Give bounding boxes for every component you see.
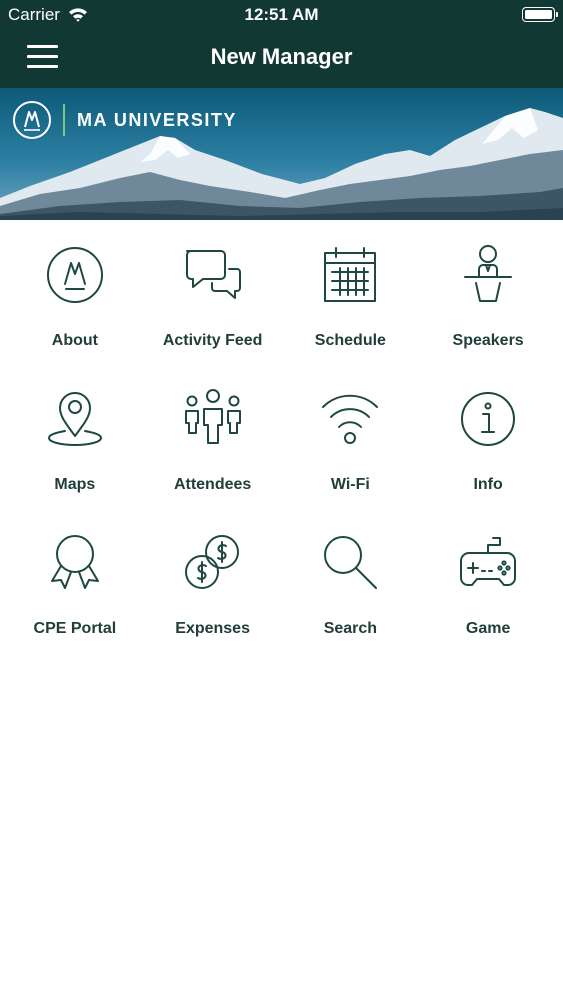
tile-label: Info (473, 476, 503, 493)
people-icon (181, 387, 245, 451)
speaker-podium-icon (456, 243, 520, 307)
map-pin-icon (43, 387, 107, 451)
tile-label: Speakers (452, 332, 524, 349)
award-ribbon-icon (43, 531, 107, 595)
tile-maps[interactable]: Maps (6, 384, 144, 528)
tile-label: Activity Feed (162, 332, 263, 349)
info-icon (456, 387, 520, 451)
brand-divider (63, 104, 65, 136)
tile-label: Search (323, 620, 378, 637)
feature-grid: About Activity Feed Schedule Speakers Ma… (6, 240, 557, 672)
tile-expenses[interactable]: Expenses (144, 528, 282, 672)
tile-label: About (51, 332, 98, 349)
tile-about[interactable]: About (6, 240, 144, 384)
ma-logo-icon (43, 243, 107, 307)
status-time: 12:51 AM (244, 5, 319, 24)
tile-label: Game (465, 620, 511, 637)
game-controller-icon (456, 531, 520, 595)
search-icon (318, 531, 382, 595)
tile-cpe-portal[interactable]: CPE Portal (6, 528, 144, 672)
ma-logo-icon (13, 101, 51, 139)
tile-speakers[interactable]: Speakers (419, 240, 557, 384)
tile-label: Wi-Fi (330, 476, 370, 493)
page-title: New Manager (210, 44, 353, 69)
app-header: Carrier 12:51 AM New Manager (0, 0, 563, 88)
header-banner: MA UNIVERSITY (0, 88, 563, 220)
tile-attendees[interactable]: Attendees (144, 384, 282, 528)
tile-activity-feed[interactable]: Activity Feed (144, 240, 282, 384)
wifi-icon (318, 387, 382, 451)
tile-label: Attendees (173, 476, 252, 493)
tile-search[interactable]: Search (282, 528, 420, 672)
tile-label: Expenses (175, 620, 250, 637)
status-bar: Carrier 12:51 AM (0, 0, 563, 30)
tile-label: CPE Portal (33, 620, 117, 637)
tile-info[interactable]: Info (419, 384, 557, 528)
tile-label: Maps (54, 476, 96, 493)
tile-game[interactable]: Game (419, 528, 557, 672)
calendar-icon (318, 243, 382, 307)
battery-icon (522, 7, 558, 22)
dollar-coins-icon (181, 531, 245, 595)
tile-schedule[interactable]: Schedule (282, 240, 420, 384)
brand-lockup: MA UNIVERSITY (12, 100, 237, 140)
tile-label: Schedule (314, 332, 386, 349)
chat-bubbles-icon (181, 243, 245, 307)
brand-name: MA UNIVERSITY (77, 109, 237, 130)
tile-wi-fi[interactable]: Wi-Fi (282, 384, 420, 528)
